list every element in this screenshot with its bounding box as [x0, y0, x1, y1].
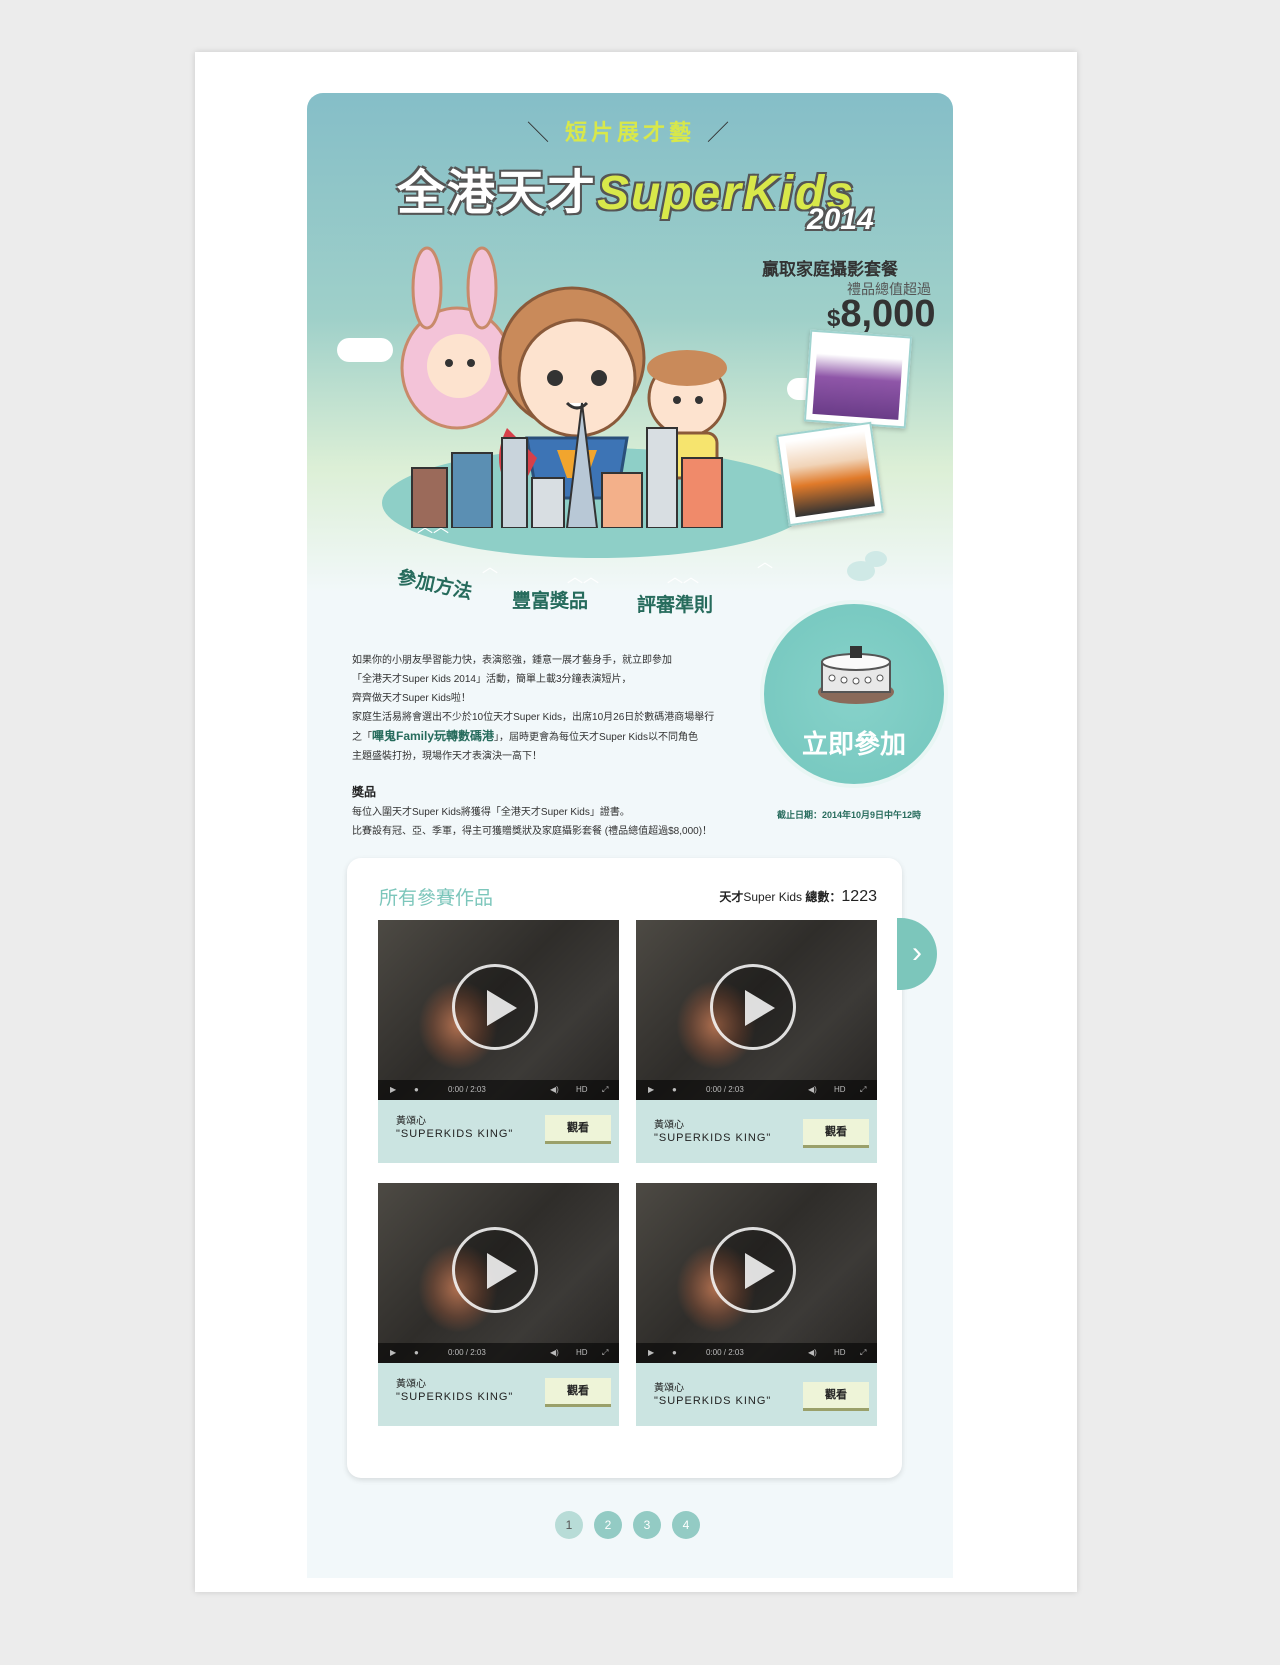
volume-icon: ◀): [808, 1348, 817, 1357]
watch-button[interactable]: 觀看: [545, 1378, 611, 1407]
video-controls: ▶ ● 0:00 / 2:03 ◀) HD ⤢: [636, 1343, 877, 1363]
page-2-button[interactable]: 2: [594, 1511, 622, 1539]
video-controls: ▶ ● 0:00 / 2:03 ◀) HD ⤢: [636, 1080, 877, 1100]
play-icon[interactable]: [452, 1227, 538, 1313]
watch-button[interactable]: 觀看: [803, 1382, 869, 1411]
entry-subtitle: "SUPERKIDS KING": [396, 1391, 514, 1403]
wave-icon: ︿: [757, 554, 774, 571]
family-photo: [803, 329, 913, 429]
wave-icon: ︿︿: [567, 569, 600, 586]
video-player[interactable]: ▶ ● 0:00 / 2:03 ◀) HD ⤢: [378, 1183, 619, 1363]
volume-icon: ◀): [550, 1348, 559, 1357]
kids-city-illustration: [400, 246, 727, 528]
prize-title: 贏取家庭攝影套餐: [762, 260, 898, 279]
deadline: 截止日期：2014年10月9日中午12時: [777, 810, 922, 820]
entry-subtitle: "SUPERKIDS KING": [396, 1128, 514, 1140]
event-highlight: 嗶鬼Family玩轉數碼港: [372, 729, 495, 743]
entry-subtitle: "SUPERKIDS KING": [654, 1395, 772, 1407]
entries-panel: 所有參賽作品 天才Super Kids 總數：1223 ▶ ● 0:00 / 2:…: [347, 858, 902, 1478]
prize-text: 每位入圍天才Super Kids將獲得「全港天才Super Kids」證書。 比…: [352, 807, 713, 837]
campaign-page: ＼ 短片展才藝／ 全港天才SuperKids 2014 贏取家庭攝影套餐 禮品總值…: [307, 93, 953, 1578]
prize-amount: $8,000: [827, 293, 936, 335]
entry-name: 黃頌心: [654, 1383, 684, 1394]
wave-icon: ︿: [482, 559, 499, 576]
cake-icon: [818, 646, 894, 704]
join-now-label: 立即參加: [801, 729, 906, 759]
entries-total: 天才Super Kids 總數：1223: [719, 888, 877, 905]
page-3-button[interactable]: 3: [633, 1511, 661, 1539]
watch-button[interactable]: 觀看: [803, 1119, 869, 1148]
video-player[interactable]: ▶ ● 0:00 / 2:03 ◀) HD ⤢: [378, 920, 619, 1100]
join-now-button[interactable]: 立即參加: [760, 600, 948, 788]
pagination: 1234: [555, 1511, 711, 1539]
steam-cloud-icon: [865, 551, 887, 567]
page-4-button[interactable]: 4: [672, 1511, 700, 1539]
fullscreen-icon: ⤢: [860, 1348, 867, 1357]
campaign-year: 2014: [807, 203, 874, 236]
entry-card: ▶ ● 0:00 / 2:03 ◀) HD ⤢ 黃頌心 "SUPERKIDS KI…: [378, 1183, 619, 1426]
volume-icon: ◀): [808, 1085, 817, 1094]
prize-heading: 獎品: [352, 785, 377, 799]
fullscreen-icon: ⤢: [602, 1348, 609, 1357]
entry-name: 黃頌心: [396, 1379, 426, 1390]
cloud: [337, 338, 393, 362]
tab-judging-criteria[interactable]: 評審準則: [637, 590, 713, 617]
entry-name: 黃頌心: [654, 1120, 684, 1131]
chevron-right-icon: ›: [912, 936, 922, 969]
fullscreen-icon: ⤢: [602, 1085, 609, 1094]
video-player[interactable]: ▶ ● 0:00 / 2:03 ◀) HD ⤢: [636, 920, 877, 1100]
entry-card: ▶ ● 0:00 / 2:03 ◀) HD ⤢ 黃頌心 "SUPERKIDS KI…: [636, 920, 877, 1163]
page-1-button[interactable]: 1: [555, 1511, 583, 1539]
video-controls: ▶ ● 0:00 / 2:03 ◀) HD ⤢: [378, 1080, 619, 1100]
video-controls: ▶ ● 0:00 / 2:03 ◀) HD ⤢: [378, 1343, 619, 1363]
next-page-button[interactable]: ›: [897, 918, 937, 990]
play-icon[interactable]: [710, 964, 796, 1050]
video-player[interactable]: ▶ ● 0:00 / 2:03 ◀) HD ⤢: [636, 1183, 877, 1363]
wave-icon: ︿︿: [667, 569, 700, 586]
watch-button[interactable]: 觀看: [545, 1115, 611, 1144]
play-icon[interactable]: [452, 964, 538, 1050]
tab-prizes[interactable]: 豐富獎品: [512, 586, 588, 613]
entry-card: ▶ ● 0:00 / 2:03 ◀) HD ⤢ 黃頌心 "SUPERKIDS KI…: [636, 1183, 877, 1426]
intro-text: 如果你的小朋友學習能力快，表演慾強，鍾意一展才藝身手，就立即參加 「全港天才Su…: [352, 655, 715, 762]
play-icon[interactable]: [710, 1227, 796, 1313]
hero-banner: ＼ 短片展才藝／ 全港天才SuperKids 2014 贏取家庭攝影套餐 禮品總值…: [307, 93, 953, 593]
entries-title: 所有參賽作品: [379, 888, 494, 909]
volume-icon: ◀): [550, 1085, 559, 1094]
campaign-title: 全港天才SuperKids: [397, 167, 856, 220]
entry-card: ▶ ● 0:00 / 2:03 ◀) HD ⤢ 黃頌心 "SUPERKIDS KI…: [378, 920, 619, 1163]
child-photo: [776, 421, 884, 527]
tagline: ＼ 短片展才藝／: [526, 120, 734, 145]
entry-subtitle: "SUPERKIDS KING": [654, 1132, 772, 1144]
entry-name: 黃頌心: [396, 1116, 426, 1127]
fullscreen-icon: ⤢: [860, 1085, 867, 1094]
